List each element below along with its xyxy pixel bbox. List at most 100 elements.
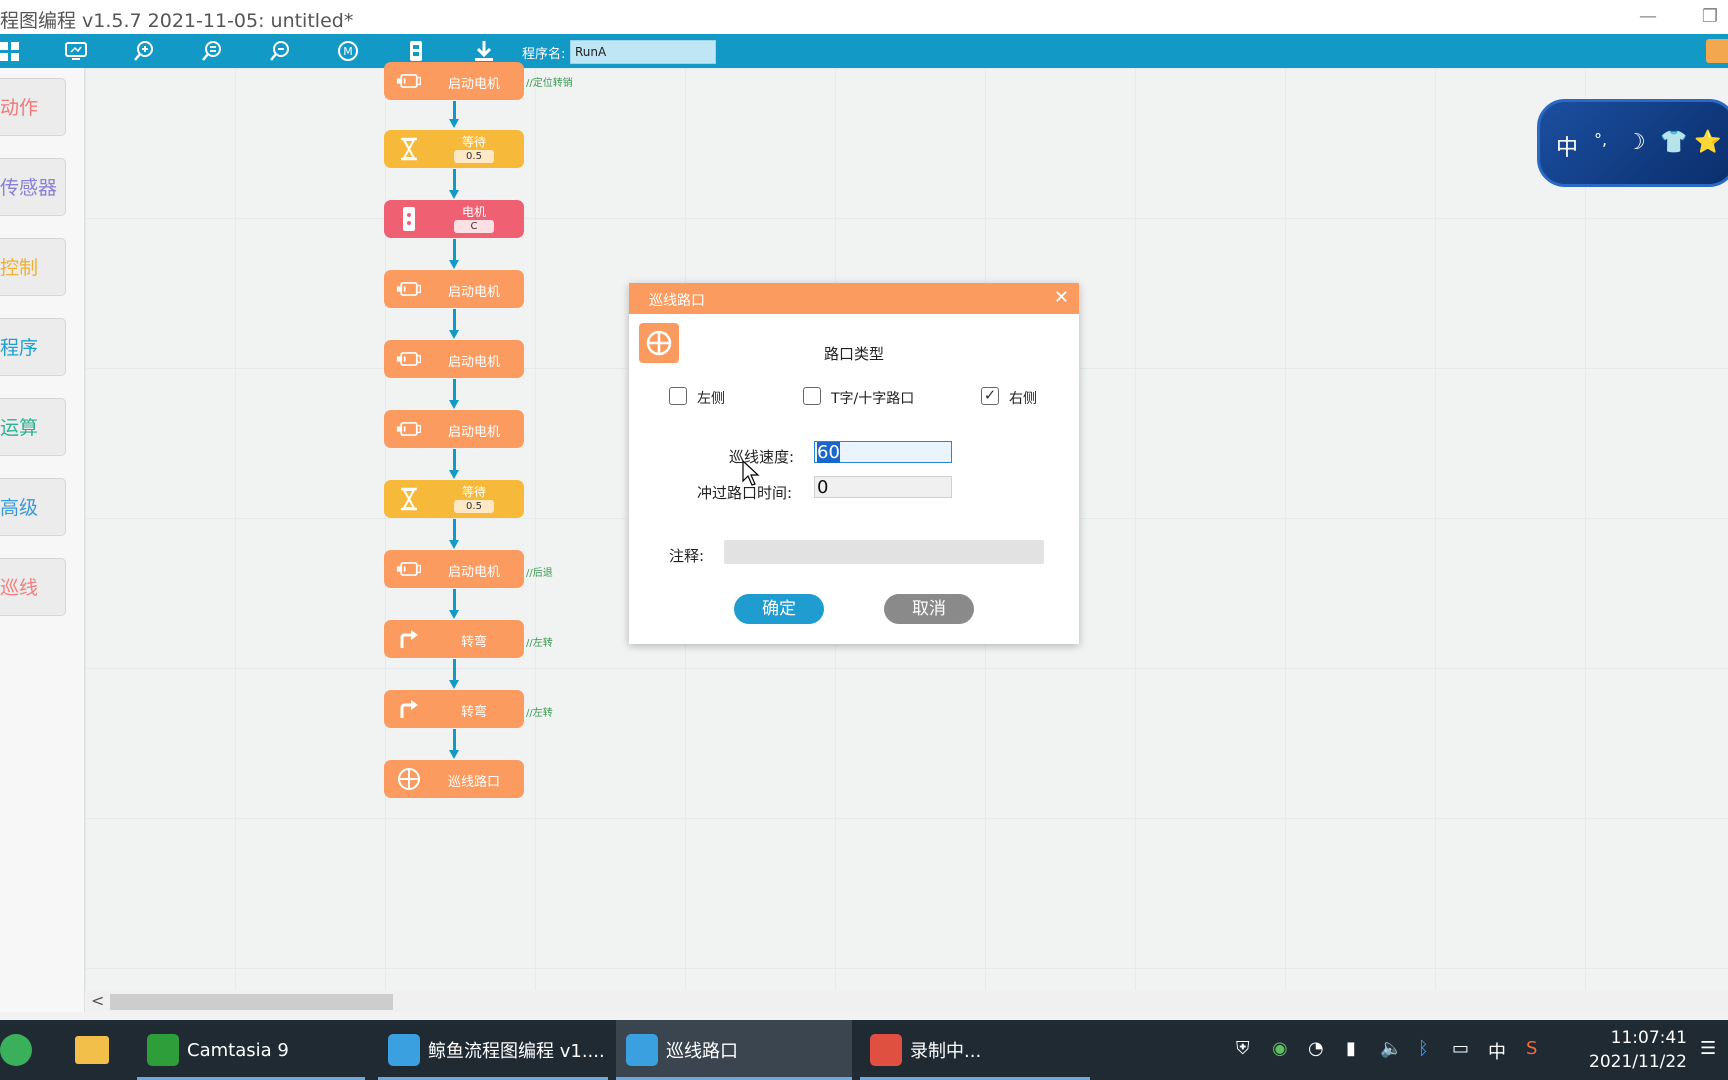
block-label: 等待 xyxy=(461,135,486,149)
close-icon[interactable]: ✕ xyxy=(1054,287,1069,308)
sidebar-item-label: 控制 xyxy=(0,257,39,279)
left-checkbox[interactable] xyxy=(669,387,687,405)
motor-icon xyxy=(396,69,422,93)
block-value[interactable]: 0.5 xyxy=(454,150,494,163)
wifi-icon[interactable]: ◔ xyxy=(1308,1038,1324,1059)
zoom-out-icon[interactable] xyxy=(266,38,294,64)
download-icon[interactable] xyxy=(470,38,498,64)
zoom-in-icon[interactable] xyxy=(130,38,158,64)
flow-block-start-motor[interactable]: 启动电机 xyxy=(384,550,524,588)
block-label: 电机 xyxy=(461,205,486,219)
sidebar-item-line-follow[interactable]: 巡线 xyxy=(0,558,66,616)
app-corner-icon[interactable] xyxy=(1706,39,1728,63)
ime-mode-char[interactable]: 中 xyxy=(1556,130,1578,162)
bluetooth-icon[interactable]: ᛒ xyxy=(1418,1038,1429,1059)
sidebar-item-program[interactable]: 程序 xyxy=(0,318,66,376)
scroll-left-icon[interactable]: < xyxy=(91,991,104,1010)
recorder-icon xyxy=(870,1034,902,1066)
speed-input[interactable]: 60 xyxy=(814,441,952,463)
sidebar-item-sensor[interactable]: 传感器 xyxy=(0,158,66,216)
flow-block-start-motor[interactable]: 启动电机 xyxy=(384,410,524,448)
flow-block-line-junction[interactable]: 巡线路口 xyxy=(384,760,524,798)
taskbar-app-flow-editor[interactable]: 鲸鱼流程图编程 v1.... xyxy=(378,1020,608,1080)
ime-floating-bar[interactable]: 中 °, ☽ 👕 ⭐ xyxy=(1537,99,1728,187)
flow-block-start-motor[interactable]: 启动电机 xyxy=(384,270,524,308)
network-app-icon[interactable]: ◉ xyxy=(1272,1038,1288,1059)
punctuation-icon[interactable]: °, xyxy=(1594,130,1607,149)
battery-icon[interactable]: ▭ xyxy=(1452,1038,1469,1059)
flow-editor-icon xyxy=(388,1034,420,1066)
flow-block-motor[interactable]: 电机 C xyxy=(384,200,524,238)
motor-brick-icon xyxy=(396,207,422,231)
sidebar-item-label: 传感器 xyxy=(0,177,58,199)
volume-icon[interactable]: 🔈 xyxy=(1380,1038,1402,1059)
block-value[interactable]: 0.5 xyxy=(454,500,494,513)
block-comment: //定位转销 xyxy=(526,78,573,89)
flow-block-wait[interactable]: 等待 0.5 xyxy=(384,130,524,168)
flow-block-start-motor[interactable]: 启动电机 xyxy=(384,62,524,100)
sidebar-item-label: 动作 xyxy=(0,97,39,119)
skin-icon[interactable]: 👕 xyxy=(1660,130,1687,155)
clock[interactable]: 11:07:41 2021/11/22 xyxy=(1575,1026,1687,1074)
right-label: 右侧 xyxy=(1009,391,1037,407)
speed-value: 60 xyxy=(817,442,840,463)
horizontal-scrollbar[interactable]: < xyxy=(85,990,1728,1012)
notification-icon[interactable]: ☰ xyxy=(1700,1038,1716,1059)
restore-button[interactable]: ❐ xyxy=(1690,2,1728,32)
ok-button[interactable]: 确定 xyxy=(734,594,824,624)
t-cross-label: T字/十字路口 xyxy=(831,391,915,407)
scrollbar-thumb[interactable] xyxy=(110,994,393,1010)
minimize-button[interactable]: — xyxy=(1628,2,1668,32)
block-value[interactable]: C xyxy=(454,220,494,233)
motor-icon xyxy=(396,347,422,371)
flow-block-start-motor[interactable]: 启动电机 xyxy=(384,340,524,378)
block-label: 转弯 xyxy=(460,635,487,650)
moon-icon[interactable]: ☽ xyxy=(1626,130,1646,155)
sidebar-item-label: 运算 xyxy=(0,417,39,439)
dialog-title-bar[interactable]: 巡线路口 ✕ xyxy=(629,283,1079,314)
taskbar-app-label: 录制中... xyxy=(910,1041,982,1062)
taskbar-app-dialog[interactable]: 巡线路口 xyxy=(616,1020,852,1080)
zoom-fit-icon[interactable] xyxy=(198,38,226,64)
flow-block-wait[interactable]: 等待 0.5 xyxy=(384,480,524,518)
file-explorer-icon[interactable] xyxy=(75,1036,109,1064)
device-icon[interactable]: ▮ xyxy=(1346,1038,1356,1059)
flow-block-turn[interactable]: 转弯 xyxy=(384,690,524,728)
hourglass-icon xyxy=(396,487,422,511)
block-label: 巡线路口 xyxy=(447,775,500,790)
flow-block-turn[interactable]: 转弯 xyxy=(384,620,524,658)
taskbar-app-recorder[interactable]: 录制中... xyxy=(860,1020,1090,1080)
ime-indicator[interactable]: 中 xyxy=(1488,1038,1506,1064)
mouse-cursor-icon xyxy=(742,460,760,486)
program-name-input[interactable]: RunA xyxy=(570,40,716,64)
right-checkbox[interactable]: ✓ xyxy=(981,387,999,405)
svg-text:M: M xyxy=(343,45,353,58)
taskbar-app-camtasia[interactable]: Camtasia 9 xyxy=(137,1020,365,1080)
sidebar-item-operation[interactable]: 运算 xyxy=(0,398,66,456)
camtasia-icon xyxy=(147,1034,179,1066)
sidebar-item-label: 巡线 xyxy=(0,577,39,599)
t-cross-checkbox[interactable] xyxy=(803,387,821,405)
sidebar-item-advanced[interactable]: 高级 xyxy=(0,478,66,536)
flow-arrow xyxy=(449,169,459,199)
robot-icon[interactable] xyxy=(402,38,430,64)
note-input[interactable] xyxy=(724,540,1044,564)
security-icon[interactable]: ⛨ xyxy=(1236,1038,1250,1059)
cancel-button[interactable]: 取消 xyxy=(884,594,974,624)
line-junction-dialog: 巡线路口 ✕ 路口类型 左侧 T字/十字路口 ✓ 右侧 巡线速度: 60 冲过路… xyxy=(629,283,1079,644)
star-icon[interactable]: ⭐ xyxy=(1694,130,1721,155)
sidebar-item-action[interactable]: 动作 xyxy=(0,78,66,136)
block-label: 等待 xyxy=(461,485,486,499)
m-icon[interactable]: M xyxy=(334,38,362,64)
taskbar: Camtasia 9 鲸鱼流程图编程 v1.... 巡线路口 录制中... ⛨ … xyxy=(0,1020,1728,1080)
sidebar-item-label: 高级 xyxy=(0,497,39,519)
turn-right-icon xyxy=(396,697,422,721)
title-bar: 程图编程 v1.5.7 2021-11-05: untitled* — ❐ xyxy=(0,0,1728,34)
grid-icon[interactable] xyxy=(0,38,24,64)
monitor-icon[interactable] xyxy=(62,38,90,64)
pass-time-input[interactable]: 0 xyxy=(814,476,952,498)
sogou-icon[interactable]: S xyxy=(1526,1038,1537,1059)
start-icon[interactable] xyxy=(0,1034,32,1066)
sidebar-item-label: 程序 xyxy=(0,337,39,359)
sidebar-item-control[interactable]: 控制 xyxy=(0,238,66,296)
